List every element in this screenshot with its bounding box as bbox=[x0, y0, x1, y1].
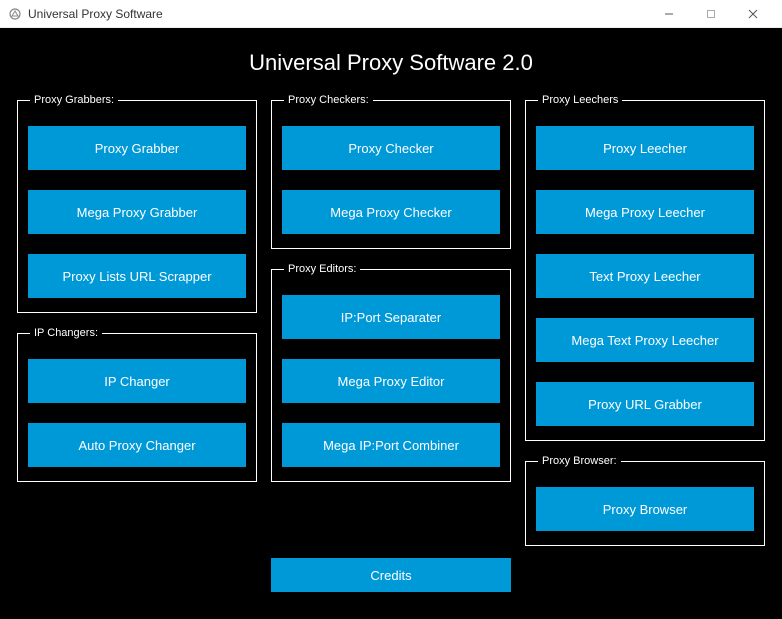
mega-proxy-editor-button[interactable]: Mega Proxy Editor bbox=[282, 359, 500, 403]
group-legend: Proxy Browser: bbox=[538, 455, 621, 467]
column-middle: Proxy Checkers: Proxy Checker Mega Proxy… bbox=[271, 94, 511, 482]
window-controls bbox=[648, 0, 774, 28]
group-proxy-checkers: Proxy Checkers: Proxy Checker Mega Proxy… bbox=[271, 94, 511, 249]
mega-proxy-leecher-button[interactable]: Mega Proxy Leecher bbox=[536, 190, 754, 234]
client-area: Universal Proxy Software 2.0 Proxy Grabb… bbox=[0, 28, 782, 619]
close-button[interactable] bbox=[732, 0, 774, 28]
proxy-browser-button[interactable]: Proxy Browser bbox=[536, 487, 754, 531]
group-legend: Proxy Leechers bbox=[538, 94, 622, 106]
text-proxy-leecher-button[interactable]: Text Proxy Leecher bbox=[536, 254, 754, 298]
group-proxy-editors: Proxy Editors: IP:Port Separater Mega Pr… bbox=[271, 263, 511, 482]
group-legend: Proxy Editors: bbox=[284, 263, 360, 275]
proxy-url-grabber-button[interactable]: Proxy URL Grabber bbox=[536, 382, 754, 426]
group-proxy-grabbers: Proxy Grabbers: Proxy Grabber Mega Proxy… bbox=[17, 94, 257, 313]
mega-proxy-grabber-button[interactable]: Mega Proxy Grabber bbox=[28, 190, 246, 234]
window-title: Universal Proxy Software bbox=[28, 7, 648, 21]
column-left: Proxy Grabbers: Proxy Grabber Mega Proxy… bbox=[17, 94, 257, 482]
ip-port-separater-button[interactable]: IP:Port Separater bbox=[282, 295, 500, 339]
auto-proxy-changer-button[interactable]: Auto Proxy Changer bbox=[28, 423, 246, 467]
proxy-checker-button[interactable]: Proxy Checker bbox=[282, 126, 500, 170]
group-legend: IP Changers: bbox=[30, 327, 102, 339]
ip-changer-button[interactable]: IP Changer bbox=[28, 359, 246, 403]
group-ip-changers: IP Changers: IP Changer Auto Proxy Chang… bbox=[17, 327, 257, 482]
mega-proxy-checker-button[interactable]: Mega Proxy Checker bbox=[282, 190, 500, 234]
columns: Proxy Grabbers: Proxy Grabber Mega Proxy… bbox=[10, 94, 772, 546]
proxy-grabber-button[interactable]: Proxy Grabber bbox=[28, 126, 246, 170]
proxy-leecher-button[interactable]: Proxy Leecher bbox=[536, 126, 754, 170]
minimize-button[interactable] bbox=[648, 0, 690, 28]
proxy-lists-url-scrapper-button[interactable]: Proxy Lists URL Scrapper bbox=[28, 254, 246, 298]
app-heading: Universal Proxy Software 2.0 bbox=[10, 50, 772, 76]
credits-row: Credits bbox=[10, 558, 772, 592]
mega-text-proxy-leecher-button[interactable]: Mega Text Proxy Leecher bbox=[536, 318, 754, 362]
group-proxy-leechers: Proxy Leechers Proxy Leecher Mega Proxy … bbox=[525, 94, 765, 441]
credits-button[interactable]: Credits bbox=[271, 558, 511, 592]
mega-ip-port-combiner-button[interactable]: Mega IP:Port Combiner bbox=[282, 423, 500, 467]
titlebar: Universal Proxy Software bbox=[0, 0, 782, 28]
column-right: Proxy Leechers Proxy Leecher Mega Proxy … bbox=[525, 94, 765, 546]
maximize-button[interactable] bbox=[690, 0, 732, 28]
group-legend: Proxy Checkers: bbox=[284, 94, 373, 106]
group-legend: Proxy Grabbers: bbox=[30, 94, 118, 106]
app-icon bbox=[8, 7, 22, 21]
group-proxy-browser: Proxy Browser: Proxy Browser bbox=[525, 455, 765, 546]
